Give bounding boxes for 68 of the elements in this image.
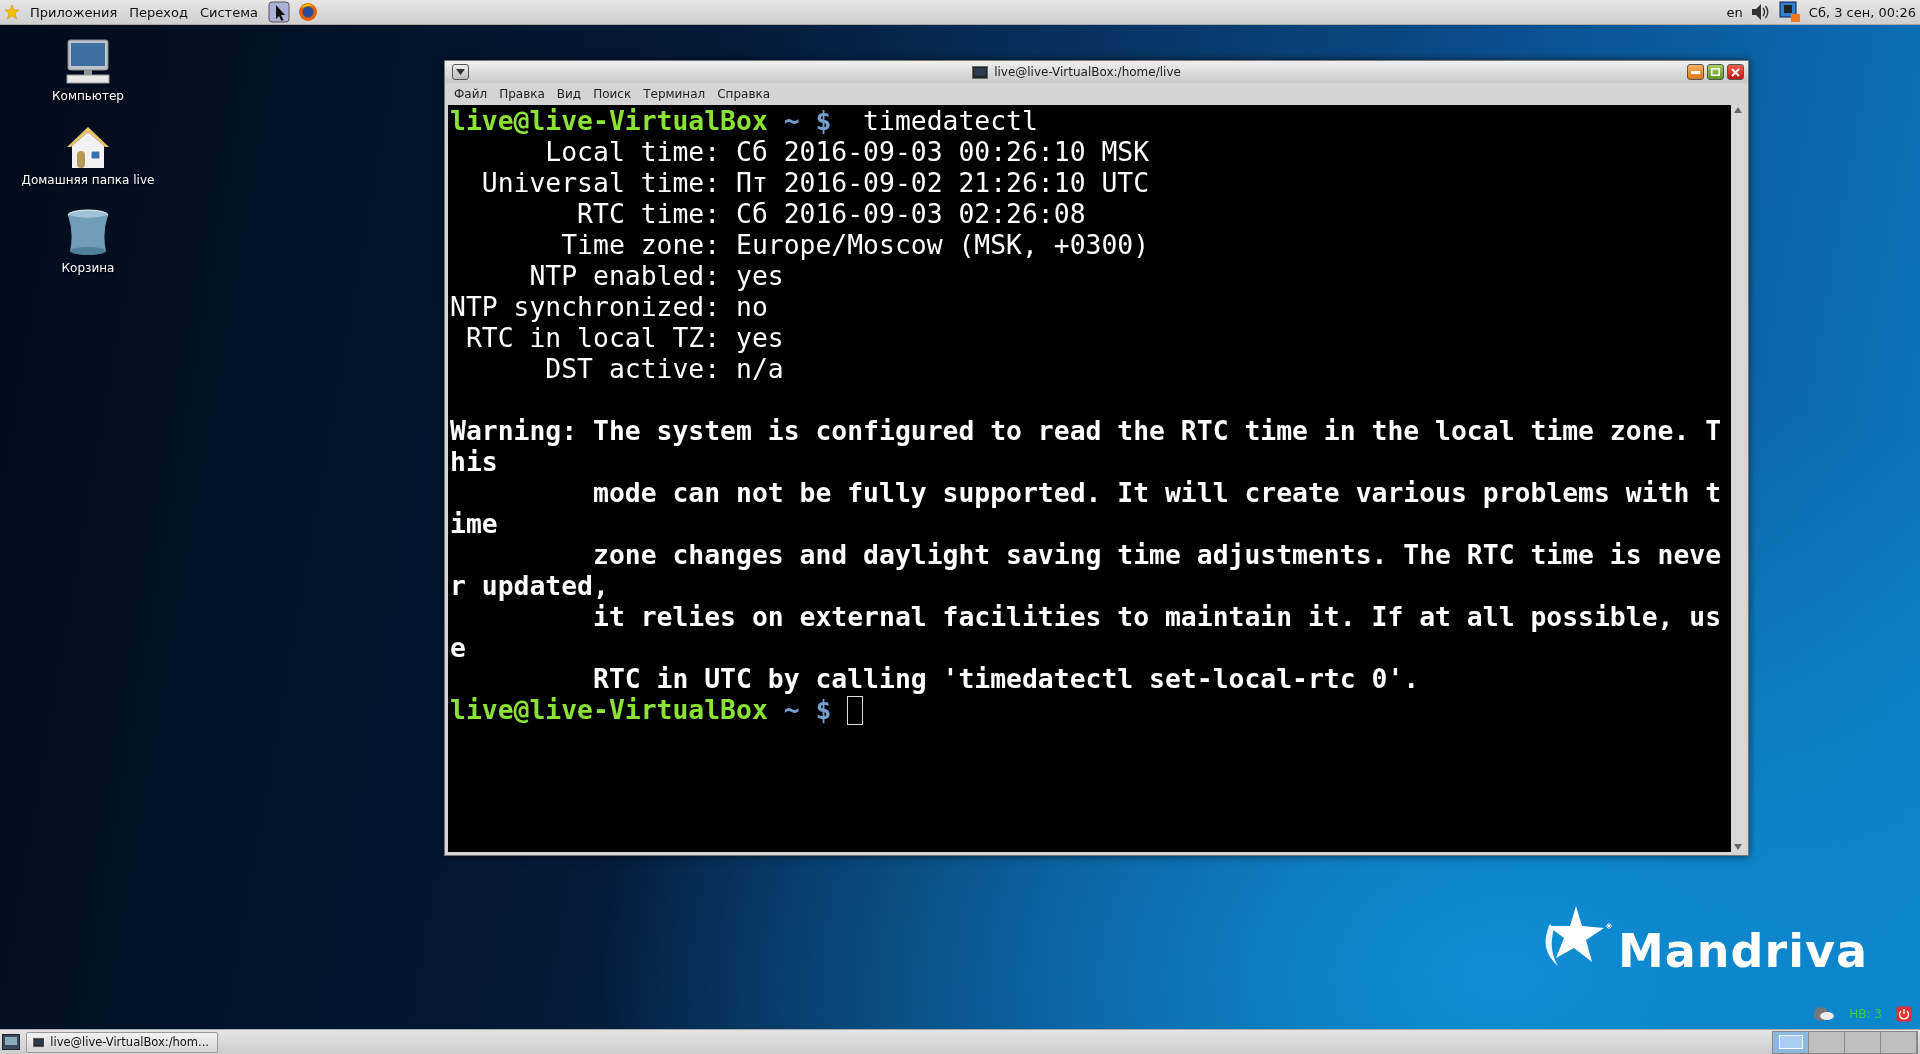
- workspace-switcher-cell[interactable]: [1773, 1031, 1809, 1053]
- terminal-output-line: it relies on external facilities to maintain it. If at all possible, us: [592, 601, 1722, 632]
- pointer-launcher-icon[interactable]: [267, 1, 290, 23]
- menu-item[interactable]: Файл: [449, 87, 493, 101]
- scroll-down-arrow-icon[interactable]: [1734, 844, 1742, 850]
- prompt-path: ~ $: [782, 694, 833, 725]
- terminal-output-line: Local time: Сб 2016-09-03 00:26:10 MSK: [544, 136, 1150, 167]
- prompt-path: ~ $: [782, 105, 833, 136]
- firefox-icon[interactable]: [297, 2, 318, 22]
- speaker-icon[interactable]: [1750, 3, 1771, 21]
- scrollbar[interactable]: [1731, 105, 1745, 852]
- menu-item[interactable]: Справка: [712, 87, 776, 101]
- terminal-icon: [33, 1035, 45, 1049]
- minimize-button[interactable]: [1687, 64, 1704, 80]
- terminal-output-line: ime: [450, 508, 498, 539]
- window-title: live@live-VirtualBox:/home/live: [994, 65, 1181, 79]
- window-menu-button[interactable]: [452, 64, 469, 80]
- workspace-switcher-cell[interactable]: [1881, 1031, 1917, 1053]
- desktop-icon-label[interactable]: Домашняя папка live: [21, 173, 155, 187]
- terminal-output-line: zone changes and daylight saving time adjustments. The RTC time is neve: [592, 539, 1722, 570]
- prompt-user: live@live-VirtualBox: [450, 694, 768, 725]
- counter-label: НВ: 3: [1849, 1007, 1882, 1021]
- menu-item[interactable]: Поиск: [588, 87, 637, 101]
- scroll-up-arrow-icon[interactable]: [1734, 107, 1742, 113]
- minimize-icon: [1691, 70, 1700, 74]
- maximize-button[interactable]: [1707, 64, 1724, 80]
- panel-menu[interactable]: Приложения: [28, 4, 120, 20]
- desktop-icon-label[interactable]: Корзина: [61, 261, 115, 275]
- menu-item[interactable]: Вид: [551, 87, 587, 101]
- workspace-switcher-cell[interactable]: [1845, 1031, 1881, 1053]
- panel-menu[interactable]: Система: [197, 4, 260, 20]
- show-desktop-icon[interactable]: [2, 1034, 20, 1050]
- network-icon[interactable]: [1778, 1, 1801, 23]
- home-folder-icon: [65, 125, 111, 169]
- panel-menu[interactable]: Переход: [127, 4, 190, 20]
- terminal-output-line: r updated,: [450, 570, 609, 601]
- taskbar-window-button[interactable]: live@live-VirtualBox:/hom...: [26, 1031, 218, 1053]
- terminal-output-line: DST active: n/a: [544, 353, 784, 384]
- terminal-output-line: his: [450, 446, 498, 477]
- terminal-output-line: Warning: The system is configured to read the RTC time in the local time zone. T: [450, 415, 1722, 446]
- close-icon: [1731, 67, 1740, 77]
- terminal-output-line: NTP enabled: yes: [528, 260, 784, 291]
- terminal-command: timedatectl: [862, 105, 1038, 136]
- terminal-output-line: NTP synchronized: no: [450, 291, 768, 322]
- weather-icon[interactable]: [1813, 1005, 1836, 1023]
- workspace-switcher-cell[interactable]: [1809, 1031, 1845, 1053]
- terminal-output-line: RTC time: Сб 2016-09-03 02:26:08: [576, 198, 1086, 229]
- star-icon[interactable]: [4, 4, 20, 20]
- computer-icon: [65, 39, 111, 85]
- terminal-output-line: e: [450, 632, 466, 663]
- terminal-icon: [972, 65, 989, 79]
- prompt-user: live@live-VirtualBox: [450, 105, 768, 136]
- wallpaper-logo-text: Mandriva: [1618, 928, 1868, 974]
- terminal-output-line: mode can not be fully supported. It will create various problems with t: [592, 477, 1722, 508]
- desktop-icon-label[interactable]: Компьютер: [52, 89, 124, 103]
- menu-item[interactable]: Правка: [494, 87, 550, 101]
- caret-icon: [456, 69, 465, 75]
- terminal-output-line: RTC in local TZ: yes: [464, 322, 784, 353]
- terminal-output-line: RTC in UTC by calling 'timedatectl set-local-rtc 0'.: [592, 663, 1420, 694]
- power-icon[interactable]: [1896, 1006, 1912, 1022]
- terminal-output-line: Time zone: Europe/Moscow (MSK, +0300): [560, 229, 1150, 260]
- trash-icon: [66, 209, 110, 257]
- terminal-output-line: Universal time: Пт 2016-09-02 21:26:10 UTC: [480, 167, 1150, 198]
- keyboard-layout[interactable]: en: [1726, 4, 1743, 20]
- clock[interactable]: Сб, 3 сен, 00:26: [1808, 4, 1916, 20]
- close-button[interactable]: [1727, 64, 1744, 80]
- menu-item[interactable]: Терминал: [638, 87, 711, 101]
- maximize-icon: [1711, 68, 1720, 76]
